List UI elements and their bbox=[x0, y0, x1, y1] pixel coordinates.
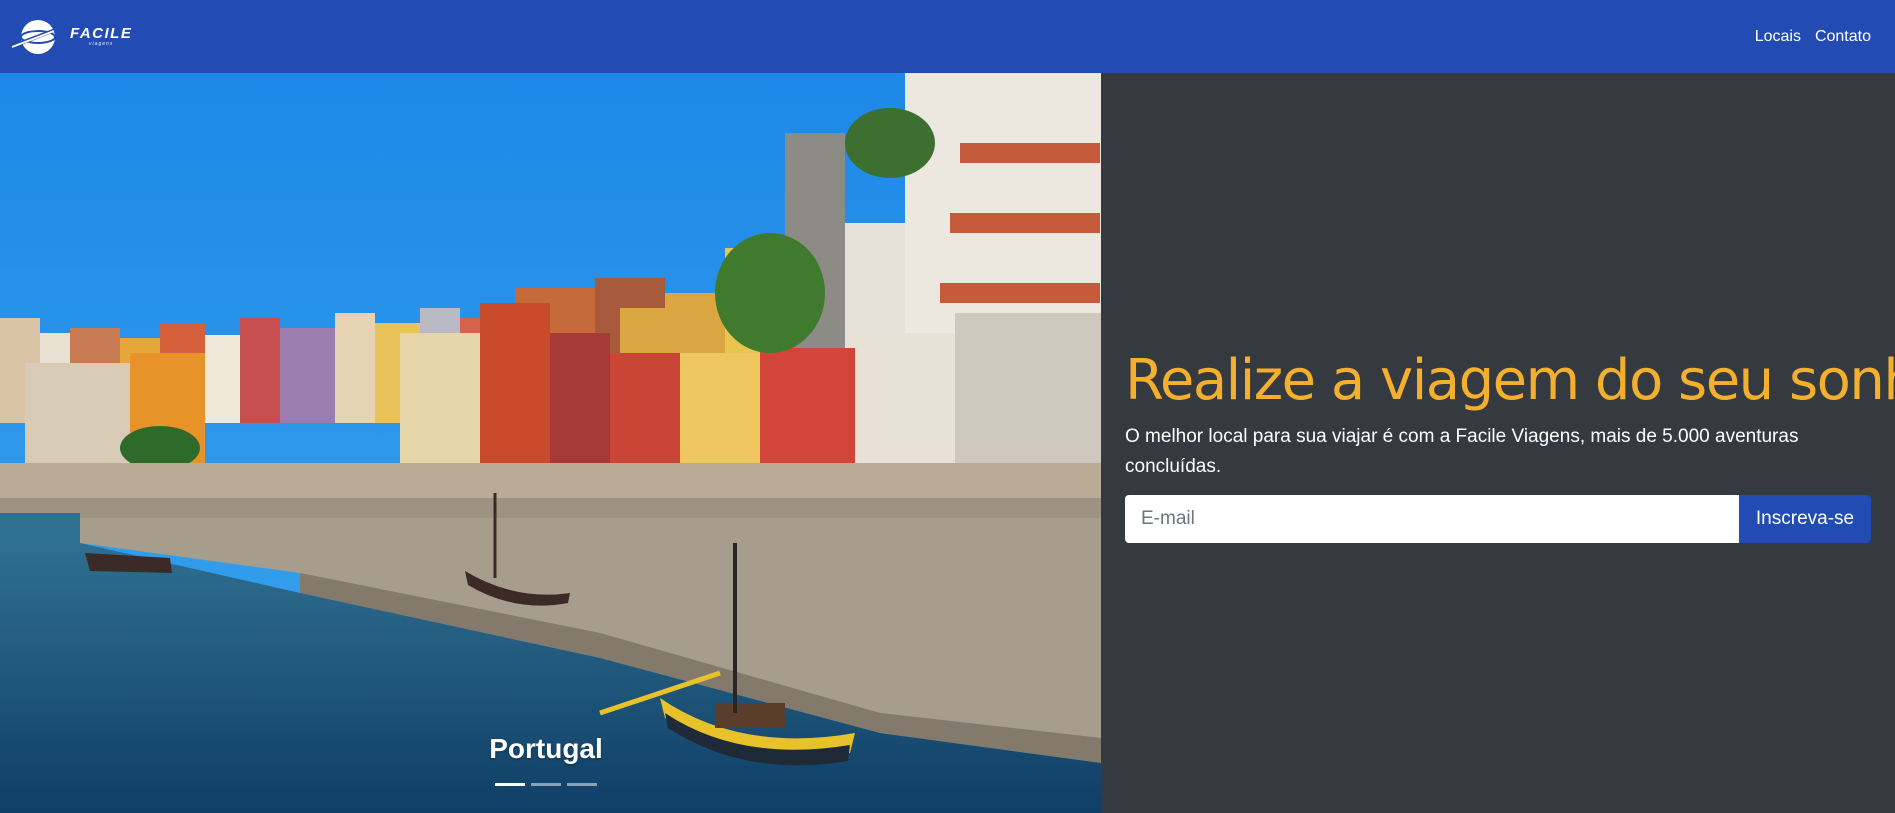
carousel-caption: Portugal bbox=[489, 733, 603, 764]
carousel-indicator-2[interactable] bbox=[531, 783, 561, 786]
nav-link-contato[interactable]: Contato bbox=[1815, 28, 1871, 46]
brand-text: FACILE viagens bbox=[70, 26, 132, 47]
destination-carousel[interactable]: Portugal bbox=[0, 73, 1101, 813]
carousel-indicator-1[interactable] bbox=[495, 783, 525, 786]
hero-panel: Realize a viagem do seu sonho O melhor l… bbox=[1101, 73, 1895, 813]
nav-links: Locais Contato bbox=[1755, 28, 1871, 46]
hero-lead: O melhor local para sua viajar é com a F… bbox=[1125, 426, 1799, 477]
carousel-indicators bbox=[0, 783, 1092, 786]
brand-logo[interactable]: FACILE viagens bbox=[8, 0, 132, 73]
nav-link-locais[interactable]: Locais bbox=[1755, 28, 1801, 46]
brand-name: FACILE bbox=[70, 25, 133, 42]
plane-globe-icon bbox=[10, 19, 64, 54]
carousel-slide-image bbox=[0, 73, 1101, 813]
newsletter-form: Inscreva-se bbox=[1125, 495, 1871, 543]
carousel-indicator-3[interactable] bbox=[567, 783, 597, 786]
subscribe-button[interactable]: Inscreva-se bbox=[1739, 495, 1871, 543]
navbar: FACILE viagens Locais Contato bbox=[0, 0, 1895, 73]
hero-headline: Realize a viagem do seu sonho bbox=[1125, 348, 1895, 413]
email-input[interactable] bbox=[1125, 495, 1739, 543]
brand-subtitle: viagens bbox=[89, 41, 114, 47]
